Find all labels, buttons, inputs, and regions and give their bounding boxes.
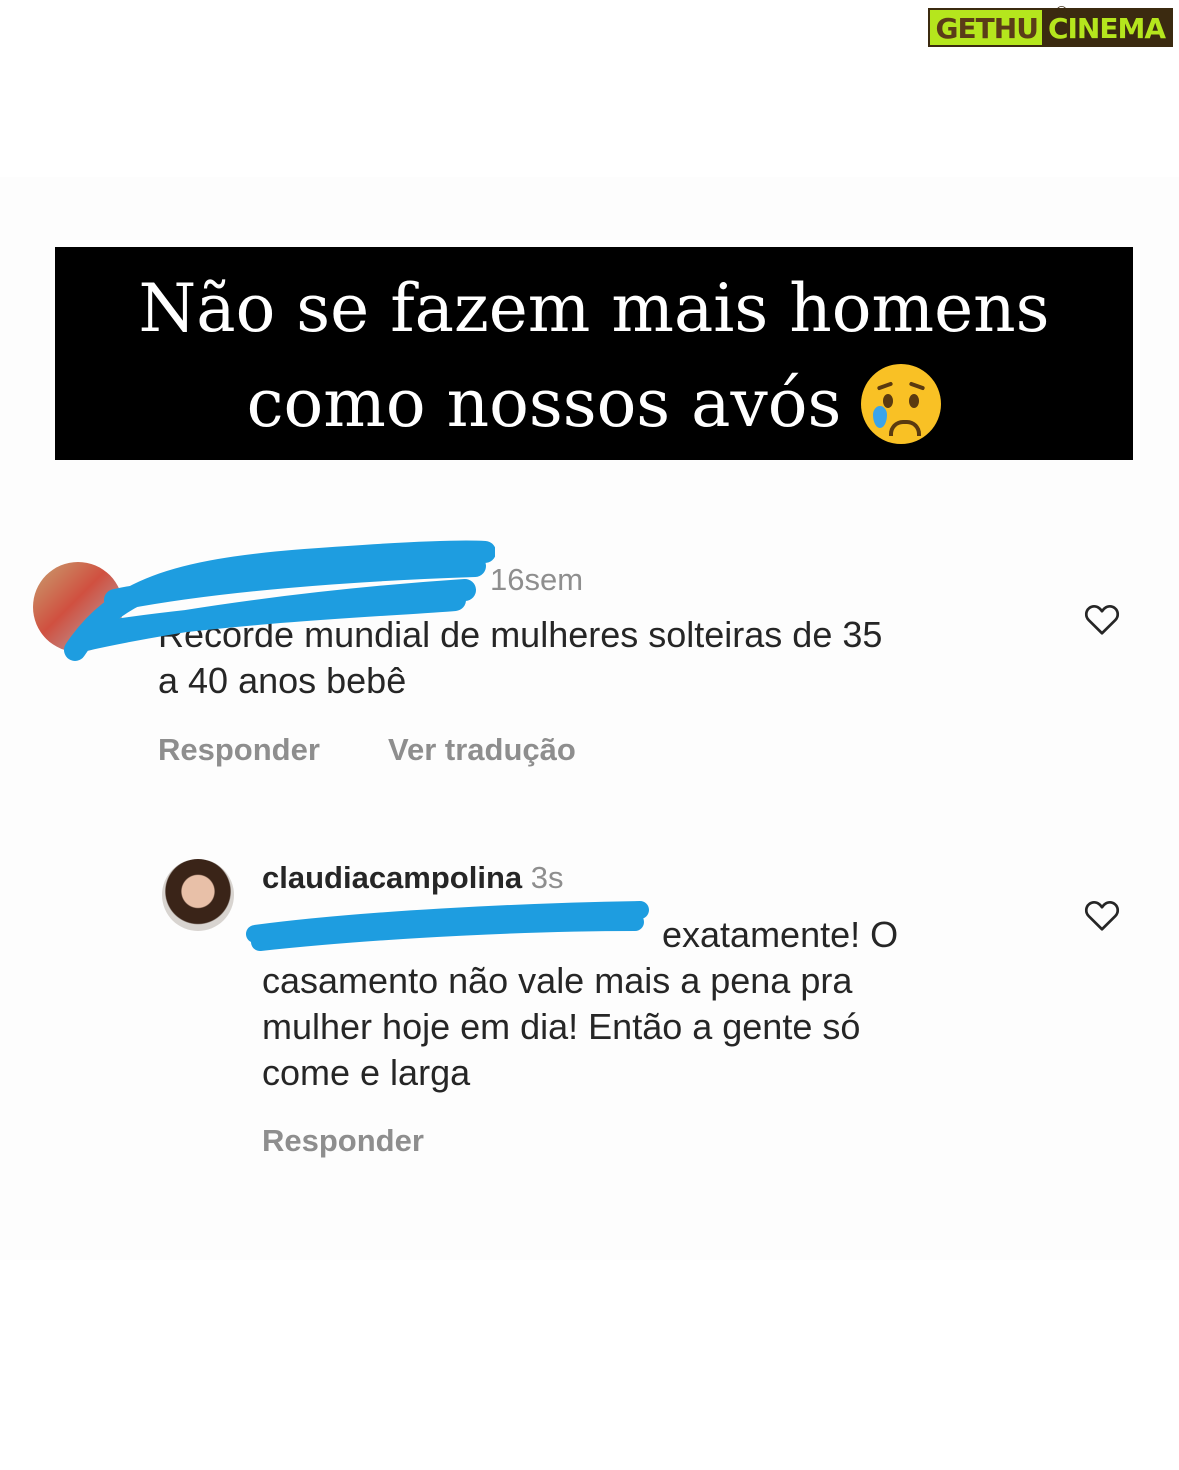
heart-icon[interactable]	[1084, 898, 1120, 932]
comment-username[interactable]: claudiacampolina	[262, 860, 522, 895]
reply-button[interactable]: Responder	[262, 1123, 424, 1159]
comment-time: 3s	[530, 860, 564, 895]
camera-icon: ◎	[1055, 2, 1068, 18]
heart-icon[interactable]	[1084, 602, 1120, 636]
watermark-logo: GETHU CINEMA ◎	[927, 2, 1173, 47]
comment-text-line: mulher hoje em dia! Então a gente só	[262, 1006, 861, 1047]
comment-meta: 16sem	[490, 562, 583, 598]
comment-time: 16sem	[490, 562, 584, 597]
post-container: Não se fazem mais homens como nossos avó…	[0, 177, 1179, 1260]
comment-text: Recorde mundial de mulheres solteiras de…	[158, 612, 882, 704]
comment-text-line: come e larga	[262, 1052, 471, 1093]
avatar[interactable]	[162, 859, 234, 931]
banner-line2: como nossos avós	[246, 365, 842, 442]
comment-text-line: Recorde mundial de mulheres solteiras de…	[158, 614, 883, 655]
avatar[interactable]	[33, 562, 123, 652]
comment-text: exatamente! O casamento não vale mais a …	[262, 912, 898, 1096]
comment-text-line: casamento não vale mais a pena pra	[262, 960, 853, 1001]
crying-face-emoji-icon	[861, 363, 942, 444]
comment-text-line: a 40 anos bebê	[158, 660, 407, 701]
reply-button[interactable]: Responder	[158, 732, 320, 768]
watermark-part1: GETHU	[927, 8, 1042, 47]
comment-text-line: exatamente! O	[662, 914, 899, 955]
comment-meta: claudiacampolina 3s	[262, 860, 564, 896]
banner-line1: Não se fazem mais homens	[138, 270, 1050, 347]
story-banner: Não se fazem mais homens como nossos avó…	[55, 247, 1133, 460]
see-translation-button[interactable]: Ver tradução	[388, 732, 576, 768]
